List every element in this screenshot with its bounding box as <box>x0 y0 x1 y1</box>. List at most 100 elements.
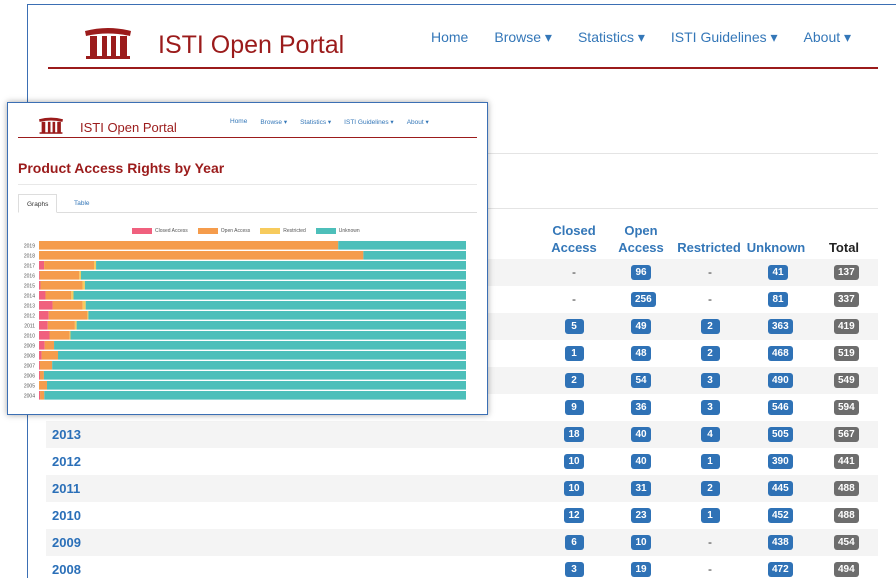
restricted-count-badge[interactable]: 2 <box>700 481 720 496</box>
bar-segment-restricted[interactable] <box>69 331 71 340</box>
restricted-count-badge[interactable]: 1 <box>700 454 720 469</box>
closed-count-badge[interactable]: 10 <box>564 454 584 469</box>
bar-segment-unknown[interactable] <box>46 381 466 390</box>
column-header-open-access[interactable]: Open Access <box>616 222 666 256</box>
column-header-restricted[interactable]: Restricted <box>676 239 742 256</box>
row-year-link[interactable]: 2012 <box>52 454 81 469</box>
nav-browse[interactable]: Browse ▾ <box>494 29 552 46</box>
nav-home[interactable]: Home <box>431 29 468 46</box>
bar-segment-closed-access[interactable] <box>39 321 48 330</box>
unknown-count-badge[interactable]: 390 <box>768 454 793 469</box>
bar-segment-closed-access[interactable] <box>39 341 45 350</box>
bar-segment-open-access[interactable] <box>39 251 364 260</box>
closed-count-badge[interactable]: 18 <box>564 427 584 442</box>
bar-segment-open-access[interactable] <box>39 271 80 280</box>
bar-segment-restricted[interactable] <box>94 261 97 270</box>
open-count-badge[interactable]: 31 <box>631 481 651 496</box>
bar-segment-unknown[interactable] <box>338 241 466 250</box>
bar-segment-unknown[interactable] <box>363 251 466 260</box>
bar-segment-open-access[interactable] <box>39 241 339 250</box>
total-count-badge[interactable]: 488 <box>834 481 859 496</box>
bar-segment-unknown[interactable] <box>52 361 467 370</box>
bar-segment-open-access[interactable] <box>45 291 72 300</box>
unknown-count-badge[interactable]: 363 <box>768 319 793 334</box>
closed-count-badge[interactable]: 6 <box>564 535 584 550</box>
row-year-link[interactable]: 2013 <box>52 427 81 442</box>
restricted-count-badge[interactable]: 1 <box>700 508 720 523</box>
bar-segment-closed-access[interactable] <box>39 281 41 290</box>
legend-item-closed-access[interactable]: Closed Access <box>132 228 188 234</box>
tab-table[interactable]: Table <box>66 194 98 213</box>
legend-item-restricted[interactable]: Restricted <box>260 228 306 234</box>
bar-segment-unknown[interactable] <box>80 271 466 280</box>
overlay-nav-statistics[interactable]: Statistics ▾ <box>300 118 331 126</box>
bar-segment-unknown[interactable] <box>85 301 467 310</box>
bar-segment-unknown[interactable] <box>73 291 466 300</box>
restricted-count-badge[interactable]: 2 <box>700 319 720 334</box>
restricted-count-badge[interactable]: 2 <box>700 346 720 361</box>
bar-segment-restricted[interactable] <box>87 311 89 320</box>
unknown-count-badge[interactable]: 445 <box>768 481 793 496</box>
row-year-link[interactable]: 2010 <box>52 508 81 523</box>
bar-segment-closed-access[interactable] <box>39 331 50 340</box>
nav-statistics[interactable]: Statistics ▾ <box>578 29 645 46</box>
total-count-badge[interactable]: 567 <box>834 427 859 442</box>
bar-segment-open-access[interactable] <box>39 371 44 380</box>
total-count-badge[interactable]: 594 <box>834 400 859 415</box>
bar-segment-closed-access[interactable] <box>39 301 53 310</box>
closed-count-badge[interactable]: 5 <box>564 319 584 334</box>
bar-segment-unknown[interactable] <box>44 391 466 400</box>
bar-segment-open-access[interactable] <box>40 391 45 400</box>
row-year-link[interactable]: 2008 <box>52 562 81 577</box>
column-header-total[interactable]: Total <box>824 239 864 256</box>
unknown-count-badge[interactable]: 452 <box>768 508 793 523</box>
closed-count-badge[interactable]: 1 <box>564 346 584 361</box>
bar-segment-open-access[interactable] <box>49 331 70 340</box>
closed-count-badge[interactable]: 3 <box>564 562 584 577</box>
unknown-count-badge[interactable]: 546 <box>768 400 793 415</box>
bar-segment-unknown[interactable] <box>54 341 466 350</box>
total-count-badge[interactable]: 488 <box>834 508 859 523</box>
bar-segment-open-access[interactable] <box>47 321 75 330</box>
bar-segment-unknown[interactable] <box>76 321 466 330</box>
open-count-badge[interactable]: 40 <box>631 427 651 442</box>
bar-segment-restricted[interactable] <box>71 291 74 300</box>
open-count-badge[interactable]: 10 <box>631 535 651 550</box>
column-header-closed-access[interactable]: Closed Access <box>549 222 599 256</box>
unknown-count-badge[interactable]: 438 <box>768 535 793 550</box>
row-year-link[interactable]: 2009 <box>52 535 81 550</box>
legend-item-unknown[interactable]: Unknown <box>315 228 360 234</box>
bar-segment-restricted[interactable] <box>79 271 81 280</box>
overlay-nav-browse[interactable]: Browse ▾ <box>260 118 287 126</box>
restricted-count-badge[interactable]: 3 <box>700 400 720 415</box>
total-count-badge[interactable]: 337 <box>834 292 859 307</box>
bar-segment-unknown[interactable] <box>70 331 467 340</box>
bar-segment-closed-access[interactable] <box>39 351 42 360</box>
bar-segment-closed-access[interactable] <box>39 371 40 380</box>
column-header-unknown[interactable]: Unknown <box>746 239 806 256</box>
bar-segment-open-access[interactable] <box>41 351 59 360</box>
restricted-count-badge[interactable]: 4 <box>700 427 720 442</box>
unknown-count-badge[interactable]: 472 <box>768 562 793 577</box>
overlay-nav-about[interactable]: About ▾ <box>407 118 429 126</box>
bar-segment-closed-access[interactable] <box>39 261 45 270</box>
bar-segment-restricted[interactable] <box>74 321 77 330</box>
bar-segment-closed-access[interactable] <box>39 391 41 400</box>
bar-segment-restricted[interactable] <box>82 281 85 290</box>
bar-segment-open-access[interactable] <box>39 381 47 390</box>
restricted-count-badge[interactable]: 3 <box>700 373 720 388</box>
bar-segment-open-access[interactable] <box>40 281 83 290</box>
closed-count-badge[interactable]: 2 <box>564 373 584 388</box>
open-count-badge[interactable]: 49 <box>631 319 651 334</box>
total-count-badge[interactable]: 441 <box>834 454 859 469</box>
total-count-badge[interactable]: 519 <box>834 346 859 361</box>
bar-segment-closed-access[interactable] <box>39 311 49 320</box>
unknown-count-badge[interactable]: 490 <box>768 373 793 388</box>
bar-segment-closed-access[interactable] <box>39 361 40 370</box>
open-count-badge[interactable]: 23 <box>631 508 651 523</box>
bar-segment-unknown[interactable] <box>58 351 466 360</box>
total-count-badge[interactable]: 419 <box>834 319 859 334</box>
tab-graphs[interactable]: Graphs <box>18 194 58 213</box>
bar-segment-open-access[interactable] <box>39 361 53 370</box>
bar-segment-open-access[interactable] <box>52 301 83 310</box>
